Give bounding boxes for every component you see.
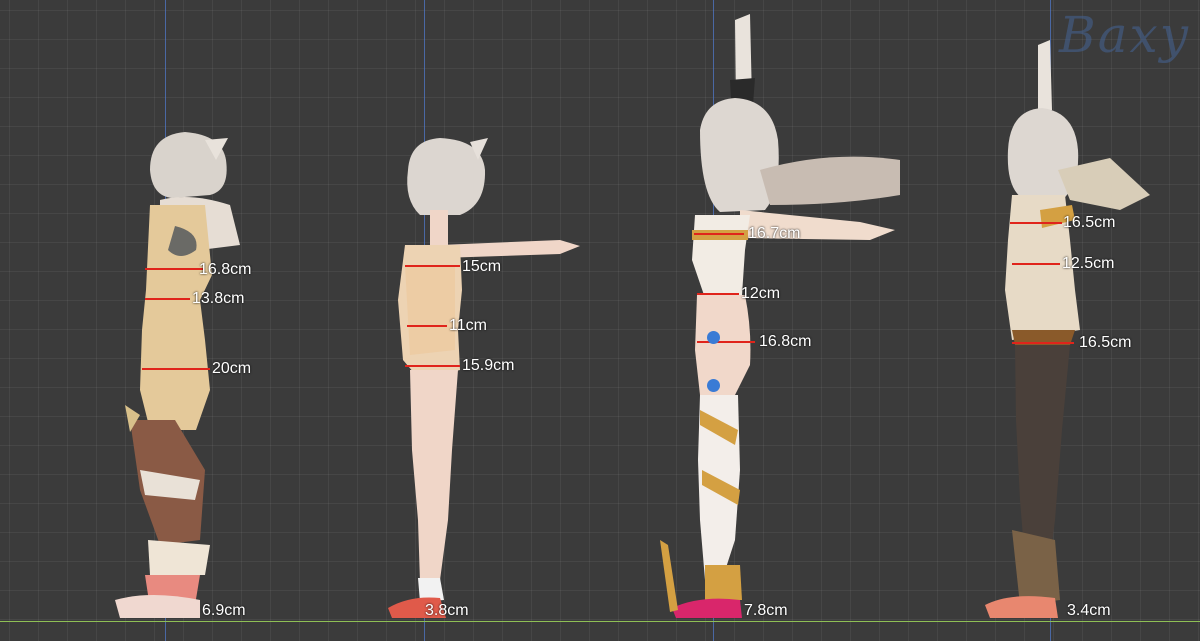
- fig2-waist-label: 11cm: [449, 317, 487, 334]
- fig2-chest-label: 15cm: [462, 258, 502, 275]
- fig4-waist-label: 12.5cm: [1062, 255, 1115, 272]
- fig3-chest-label: 16.7cm: [748, 225, 801, 242]
- figure-3-model: [660, 14, 900, 618]
- fig4-hip-label: 16.5cm: [1079, 334, 1132, 351]
- measure-line: [1010, 222, 1062, 224]
- 3d-viewport[interactable]: Baxy 16.8cm 13.8cm 20cm 6.9cm 15cm 11cm …: [0, 0, 1200, 641]
- measure-line: [697, 293, 739, 295]
- fig2-hip-label: 15.9cm: [462, 357, 515, 374]
- fig1-waist-label: 13.8cm: [192, 290, 245, 307]
- fig3-waist-label: 12cm: [741, 285, 781, 302]
- fig3-hip-label: 16.8cm: [759, 333, 812, 350]
- character-figures: [115, 14, 1150, 618]
- figure-2-model: [388, 138, 580, 618]
- measure-line: [694, 233, 744, 235]
- measure-line: [405, 365, 460, 367]
- measure-line: [407, 325, 447, 327]
- figure-4-model: [985, 40, 1150, 618]
- measure-line: [405, 265, 460, 267]
- fig4-chest-label: 16.5cm: [1063, 214, 1116, 231]
- measure-line: [1012, 342, 1074, 344]
- measure-line: [697, 341, 755, 343]
- fig2-heel-label: 3.8cm: [425, 602, 469, 619]
- measure-line: [1012, 263, 1060, 265]
- measure-line: [145, 268, 203, 270]
- fig1-heel-label: 6.9cm: [202, 602, 246, 619]
- measure-line: [145, 298, 190, 300]
- fig3-heel-label: 7.8cm: [744, 602, 788, 619]
- marker-dot: [707, 331, 720, 344]
- fig4-heel-label: 3.4cm: [1067, 602, 1111, 619]
- measure-line: [142, 368, 210, 370]
- marker-dot: [707, 379, 720, 392]
- fig1-hip-label: 20cm: [212, 360, 252, 377]
- fig1-chest-label: 16.8cm: [199, 261, 252, 278]
